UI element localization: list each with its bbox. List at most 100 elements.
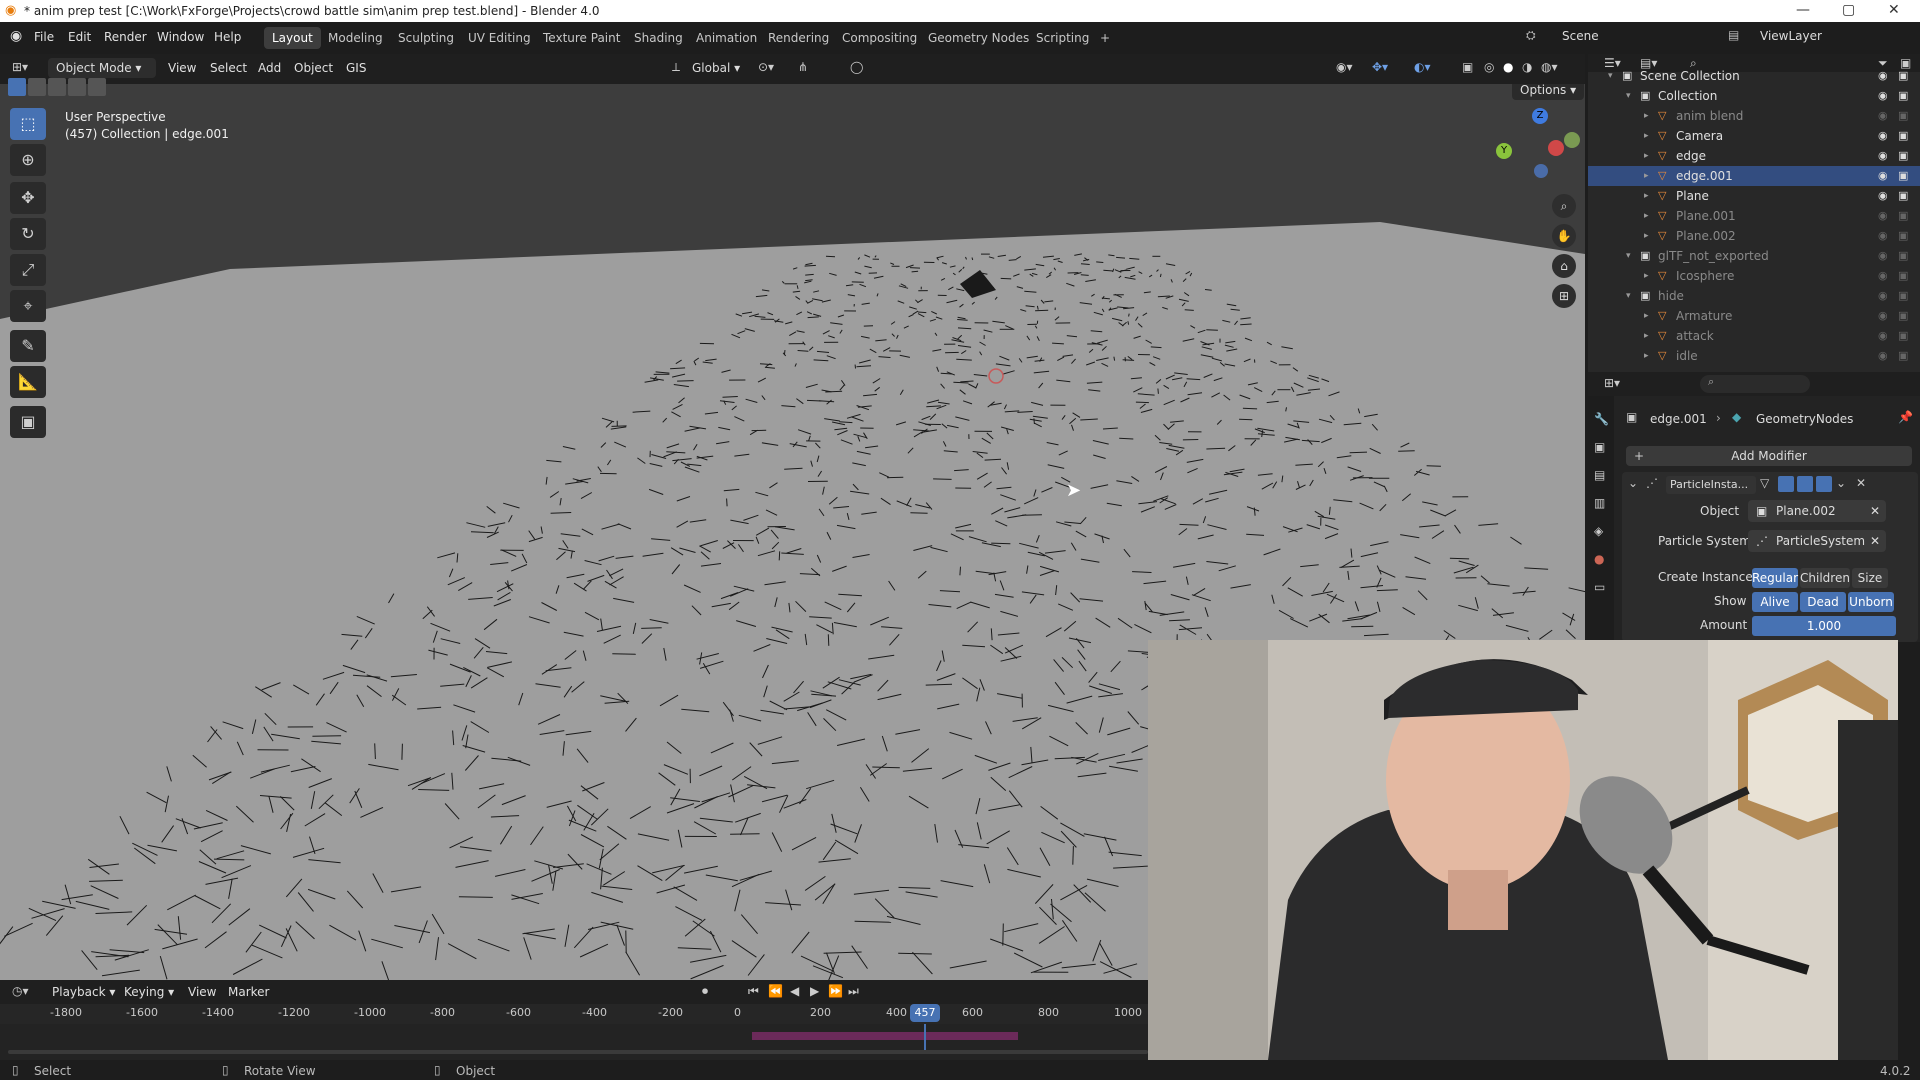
scene-selector[interactable]: Scene [1562, 29, 1599, 43]
expand-chevron-icon[interactable]: ▸ [1644, 126, 1649, 146]
render-toggle-icon[interactable]: ▣ [1898, 106, 1908, 126]
create-size-toggle[interactable]: Size [1852, 568, 1888, 588]
tab-layout[interactable]: Layout [264, 27, 321, 49]
shading-solid-icon[interactable]: ● [1503, 60, 1513, 74]
menu-edit[interactable]: Edit [68, 30, 91, 44]
collapse-chevron-icon[interactable]: ▾ [1626, 286, 1631, 306]
add-modifier-button[interactable]: + Add Modifier [1626, 446, 1912, 466]
render-toggle-icon[interactable]: ▣ [1898, 146, 1908, 166]
cursor-tool-icon[interactable]: ⊕ [10, 144, 46, 176]
visibility-eye-icon[interactable]: ◉ [1878, 346, 1888, 366]
viewport-menu-select[interactable]: Select [210, 61, 247, 75]
expand-chevron-icon[interactable]: ▸ [1644, 346, 1649, 366]
playhead-line[interactable] [924, 1024, 926, 1052]
render-toggle-icon[interactable]: ▣ [1898, 346, 1908, 366]
expand-chevron-icon[interactable]: ▸ [1644, 186, 1649, 206]
collapse-chevron-icon[interactable]: ▾ [1608, 66, 1613, 86]
visibility-eye-icon[interactable]: ◉ [1878, 286, 1888, 306]
object-mode-dropdown[interactable]: Object Mode ▾ [48, 58, 156, 78]
properties-editor-icon[interactable]: ⊞▾ [1604, 376, 1620, 390]
pin-icon[interactable]: 📌 [1898, 410, 1913, 424]
timeline-editor-icon[interactable]: ◷▾ [12, 984, 29, 998]
add-cube-tool-icon[interactable]: ▣ [10, 406, 46, 438]
visibility-eye-icon[interactable]: ◉ [1878, 166, 1888, 186]
visibility-eye-icon[interactable]: ◉ [1878, 86, 1888, 106]
menu-window[interactable]: Window [157, 30, 204, 44]
play-reverse-icon[interactable]: ◀ [790, 984, 799, 998]
menu-help[interactable]: Help [214, 30, 241, 44]
expand-chevron-icon[interactable]: ▸ [1644, 206, 1649, 226]
outliner-row[interactable]: ▸ ▽ Plane ◉ ▣ [1588, 186, 1920, 206]
amount-slider[interactable]: 1.000 [1752, 616, 1896, 636]
visibility-eye-icon[interactable]: ◉ [1878, 266, 1888, 286]
measure-tool-icon[interactable]: 📐 [10, 366, 46, 398]
outliner-row[interactable]: ▾ ▣ Collection ◉ ▣ [1588, 86, 1920, 106]
visibility-eye-icon[interactable]: ◉ [1878, 206, 1888, 226]
viewport-menu-gis[interactable]: GIS [346, 61, 366, 75]
select-extend-icon[interactable] [28, 78, 46, 96]
transform-tool-icon[interactable]: ⌖ [10, 290, 46, 322]
outliner-row[interactable]: ▾ ▣ Scene Collection ◉ ▣ [1588, 66, 1920, 86]
select-new-icon[interactable] [8, 78, 26, 96]
play-icon[interactable]: ▶ [810, 984, 819, 998]
close-icon[interactable]: ✕ [1888, 2, 1900, 18]
world-tab-icon[interactable]: ● [1594, 552, 1604, 566]
render-toggle-icon[interactable] [1797, 476, 1813, 492]
jump-end-icon[interactable]: ⏭ [848, 984, 859, 999]
select-subtract-icon[interactable] [48, 78, 66, 96]
perspective-toggle-icon[interactable]: ⊞ [1552, 284, 1576, 308]
expand-chevron-icon[interactable]: ▸ [1644, 106, 1649, 126]
scale-tool-icon[interactable]: ⤢ [10, 254, 46, 286]
visibility-eye-icon[interactable]: ◉ [1878, 186, 1888, 206]
render-toggle-icon[interactable]: ▣ [1898, 306, 1908, 326]
annotate-tool-icon[interactable]: ✎ [10, 330, 46, 362]
add-workspace-button[interactable]: + [1092, 27, 1118, 49]
show-unborn-toggle[interactable]: Unborn [1848, 592, 1894, 612]
visibility-eye-icon[interactable]: ◉ [1878, 106, 1888, 126]
render-toggle-icon[interactable]: ▣ [1898, 206, 1908, 226]
expand-chevron-icon[interactable]: ▸ [1644, 226, 1649, 246]
axis-z-icon[interactable]: Z [1532, 108, 1548, 124]
pivot-icon[interactable]: ⊙▾ [758, 60, 774, 74]
maximize-icon[interactable]: ▢ [1842, 2, 1855, 18]
collapse-chevron-icon[interactable]: ▾ [1626, 246, 1631, 266]
outliner-row[interactable]: ▸ ▽ Armature ◉ ▣ [1588, 306, 1920, 326]
particle-system-field[interactable]: ⋰ ParticleSystem ✕ [1748, 530, 1886, 552]
collapse-chevron-icon[interactable]: ⌄ [1628, 476, 1638, 490]
render-toggle-icon[interactable]: ▣ [1898, 246, 1908, 266]
expand-chevron-icon[interactable]: ▸ [1644, 306, 1649, 326]
expand-chevron-icon[interactable]: ▸ [1644, 326, 1649, 346]
tab-texture-paint[interactable]: Texture Paint [535, 27, 628, 49]
move-tool-icon[interactable]: ✥ [10, 182, 46, 214]
render-toggle-icon[interactable]: ▣ [1898, 266, 1908, 286]
camera-view-icon[interactable]: ⌂ [1552, 254, 1576, 278]
outliner-row[interactable]: ▸ ▽ Camera ◉ ▣ [1588, 126, 1920, 146]
render-toggle-icon[interactable]: ▣ [1898, 66, 1908, 86]
proportional-edit-icon[interactable]: ◯ [850, 60, 863, 74]
show-dead-toggle[interactable]: Dead [1800, 592, 1846, 612]
select-box-tool-icon[interactable]: ⬚ [10, 108, 46, 140]
outliner-row[interactable]: ▸ ▽ Plane.001 ◉ ▣ [1588, 206, 1920, 226]
blender-menu-icon[interactable]: ◉ [10, 28, 22, 44]
object-field[interactable]: ▣ Plane.002 ✕ [1748, 500, 1886, 522]
render-tab-icon[interactable]: ▣ [1594, 440, 1605, 454]
outliner-row[interactable]: ▸ ▽ Icosphere ◉ ▣ [1588, 266, 1920, 286]
axis-y-neg-icon[interactable] [1564, 132, 1580, 148]
render-toggle-icon[interactable]: ▣ [1898, 126, 1908, 146]
viewport-menu-view[interactable]: View [168, 61, 196, 75]
snap-icon[interactable]: ⋔ [798, 60, 808, 74]
camera-toggle-icon[interactable] [1816, 476, 1832, 492]
axis-x-neg-icon[interactable] [1548, 140, 1564, 156]
tab-sculpting[interactable]: Sculpting [390, 27, 462, 49]
outliner-row[interactable]: ▸ ▽ attack ◉ ▣ [1588, 326, 1920, 346]
timeline-menu-view[interactable]: View [188, 985, 216, 999]
tab-modeling[interactable]: Modeling [320, 27, 391, 49]
viewport-menu-object[interactable]: Object [294, 61, 333, 75]
collection-tab-icon[interactable]: ▭ [1594, 580, 1605, 594]
jump-start-icon[interactable]: ⏮ [748, 984, 759, 999]
visibility-eye-icon[interactable]: ◉ [1878, 246, 1888, 266]
axis-z-neg-icon[interactable] [1534, 164, 1548, 178]
outliner-row[interactable]: ▸ ▽ Plane.002 ◉ ▣ [1588, 226, 1920, 246]
tab-animation[interactable]: Animation [688, 27, 765, 49]
tab-shading[interactable]: Shading [626, 27, 691, 49]
